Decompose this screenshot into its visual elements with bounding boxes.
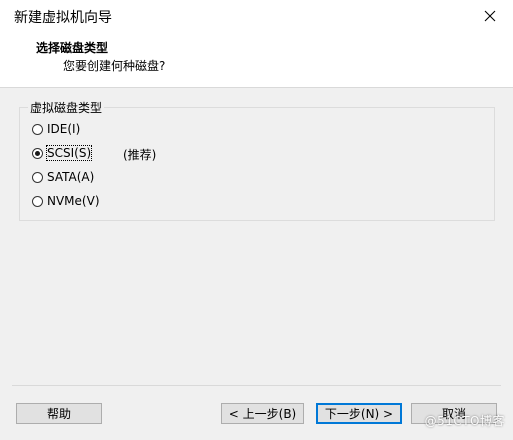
next-button[interactable]: 下一步(N) >	[316, 403, 402, 424]
title-bar: 新建虚拟机向导	[0, 0, 513, 32]
radio-scsi[interactable]: SCSI(S)	[32, 144, 93, 162]
help-button[interactable]: 帮助	[16, 403, 102, 424]
window-title: 新建虚拟机向导	[14, 10, 112, 26]
radio-nvme-label: NVMe(V)	[47, 194, 100, 208]
radio-button-selected-icon	[32, 147, 43, 159]
radio-sata-label: SATA(A)	[47, 170, 95, 184]
radio-ide[interactable]: IDE(I)	[32, 120, 80, 138]
wizard-header: 选择磁盘类型 您要创建何种磁盘?	[0, 32, 513, 88]
radio-button-icon	[32, 195, 43, 207]
radio-sata[interactable]: SATA(A)	[32, 168, 94, 186]
watermark: @51CTO博客	[424, 414, 505, 428]
radio-button-icon	[32, 171, 43, 183]
close-button[interactable]	[467, 0, 513, 32]
radio-button-icon	[32, 123, 43, 135]
page-subtitle: 您要创建何种磁盘?	[63, 59, 166, 73]
close-icon	[484, 10, 496, 22]
radio-scsi-label: SCSI(S)	[45, 145, 93, 161]
radio-ide-label: IDE(I)	[47, 122, 81, 136]
wizard-window: 新建虚拟机向导 选择磁盘类型 您要创建何种磁盘? 虚拟磁盘类型 IDE(I) S…	[0, 0, 513, 440]
radio-nvme[interactable]: NVMe(V)	[32, 192, 100, 210]
recommended-note: (推荐)	[123, 148, 157, 162]
back-button[interactable]: < 上一步(B)	[221, 403, 304, 424]
page-title: 选择磁盘类型	[36, 41, 109, 55]
footer-divider	[12, 385, 501, 386]
group-legend: 虚拟磁盘类型	[28, 99, 105, 116]
disk-type-group: 虚拟磁盘类型 IDE(I) SCSI(S) (推荐) SATA(A) NVMe(…	[19, 99, 495, 221]
